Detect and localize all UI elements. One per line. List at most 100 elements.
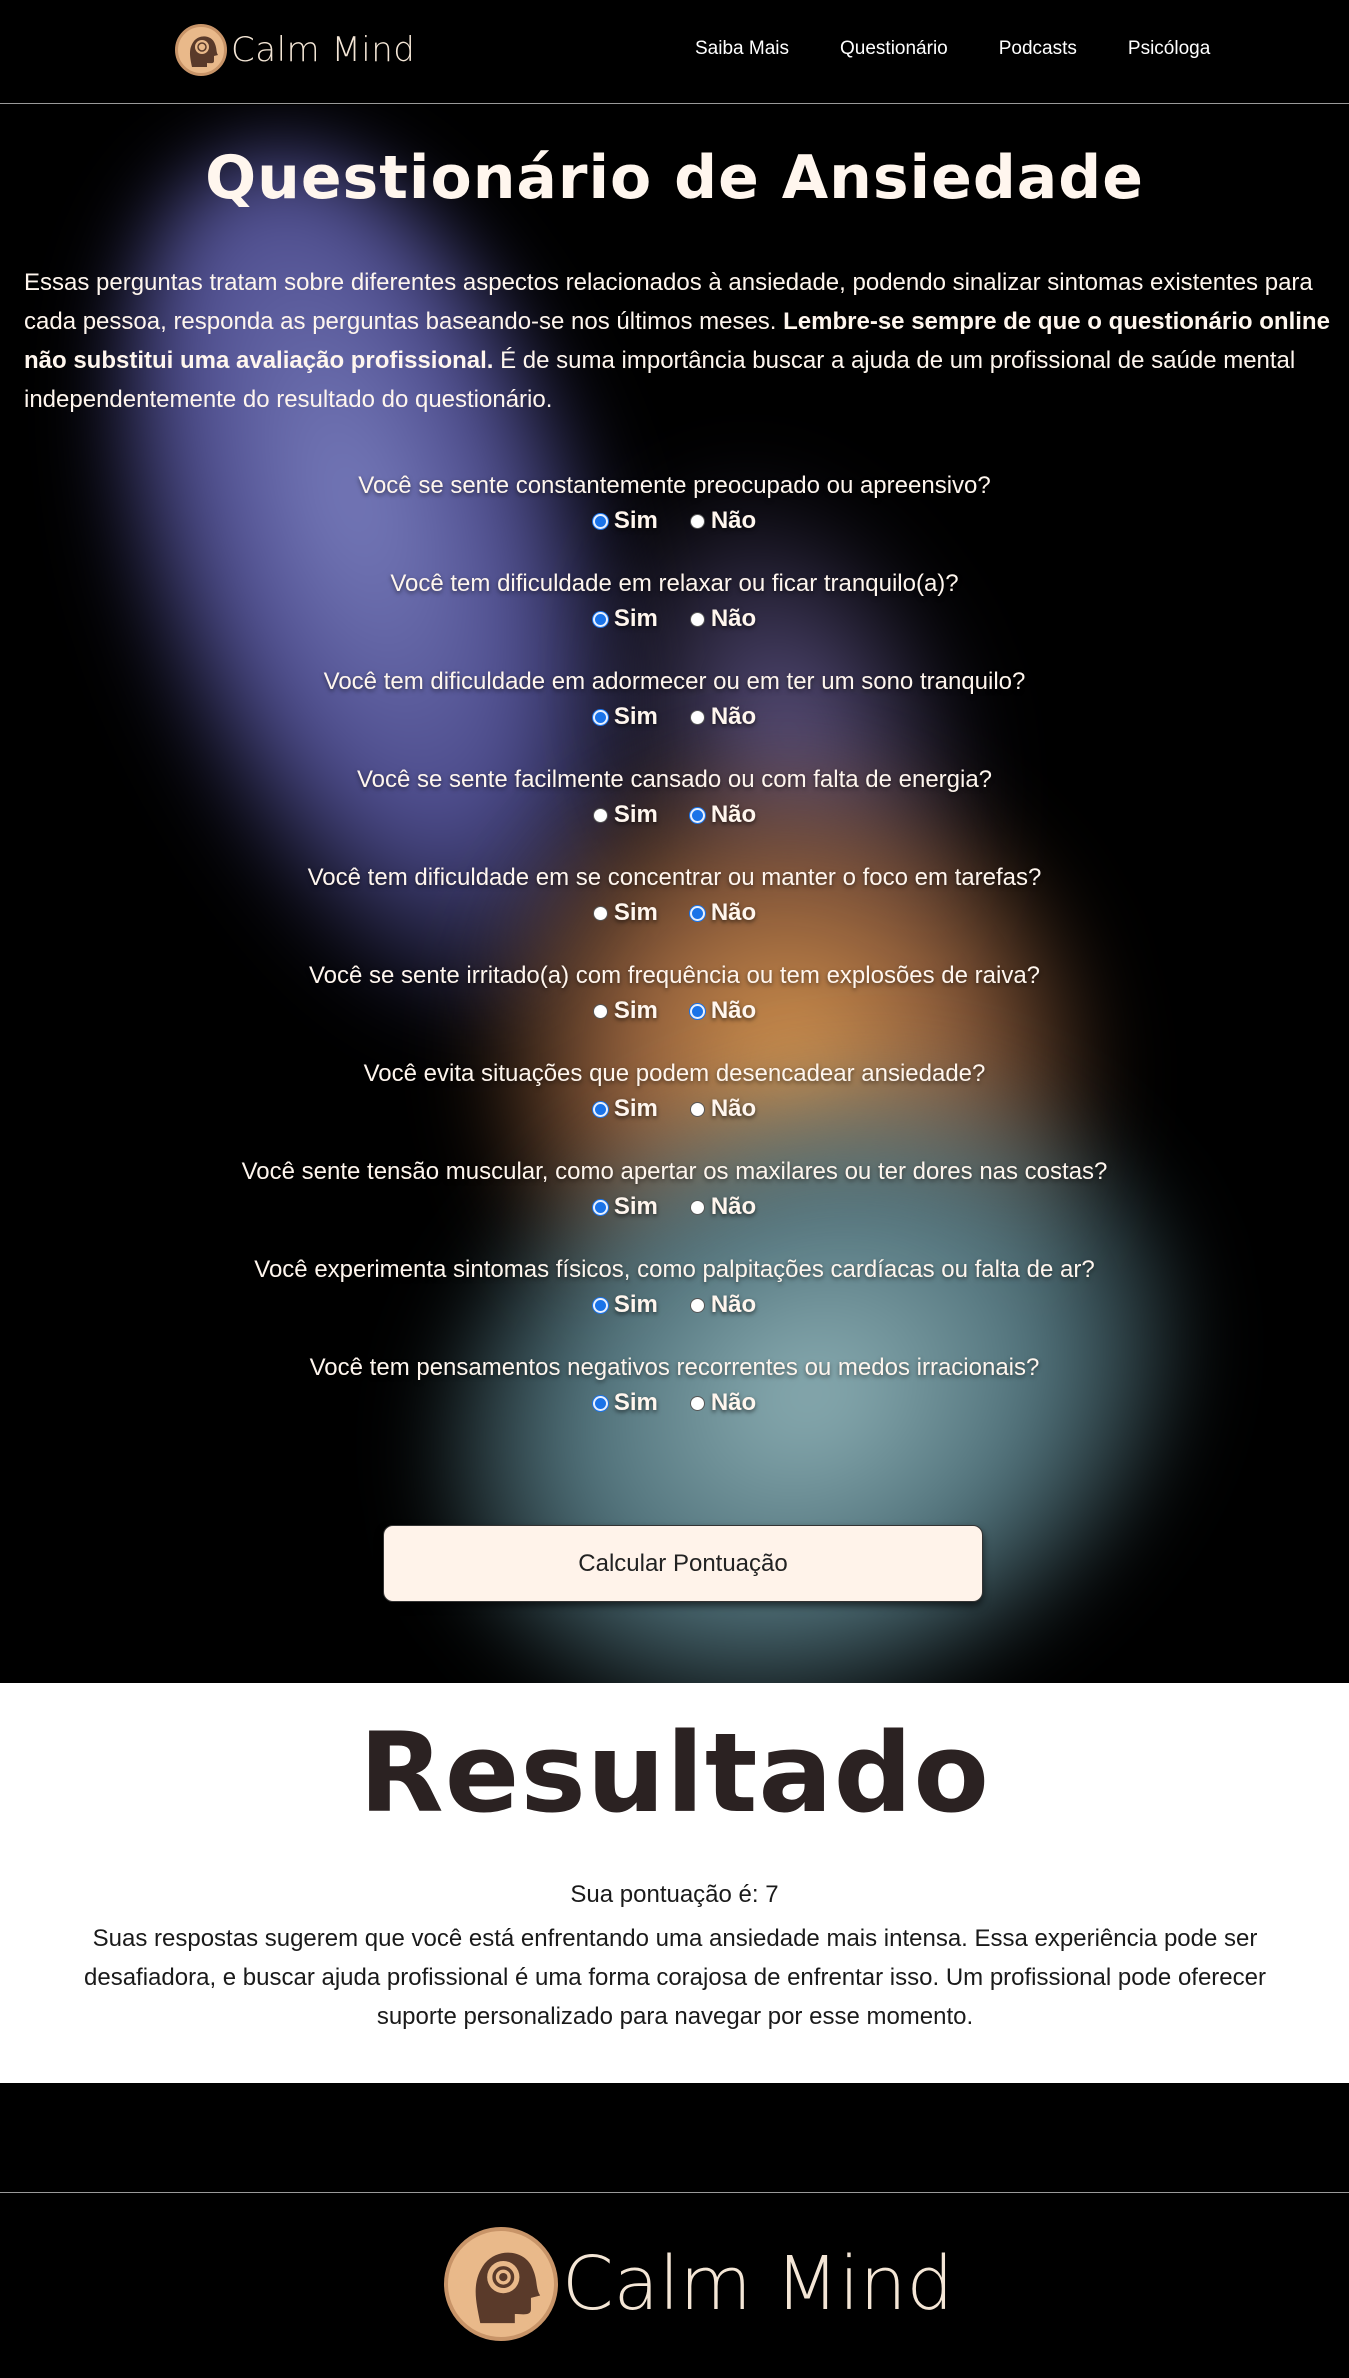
answer-option-yes[interactable]: Sim xyxy=(592,1291,658,1319)
radio-button[interactable] xyxy=(689,1101,705,1117)
radio-button[interactable] xyxy=(592,1297,608,1313)
option-label: Não xyxy=(710,899,757,926)
option-label: Não xyxy=(710,507,757,534)
answer-options: Sim Não xyxy=(0,997,1349,1025)
radio-button[interactable] xyxy=(592,1101,608,1117)
nav-links: Saiba Mais Questionário Podcasts Psicólo… xyxy=(695,38,1261,60)
nav-psicologa[interactable]: Psicóloga xyxy=(1128,38,1210,60)
answer-option-yes[interactable]: Sim xyxy=(592,997,658,1025)
radio-button[interactable] xyxy=(689,807,705,823)
radio-button[interactable] xyxy=(689,709,705,725)
option-label: Não xyxy=(710,801,757,828)
quiz-title: Questionário de Ansiedade xyxy=(205,143,1144,213)
question-item: Você tem pensamentos negativos recorrent… xyxy=(0,1353,1349,1417)
question-item: Você se sente constantemente preocupado … xyxy=(0,471,1349,535)
brain-head-logo-icon xyxy=(444,2227,558,2341)
answer-option-yes[interactable]: Sim xyxy=(592,801,658,829)
option-label: Não xyxy=(710,1095,757,1122)
question-item: Você sente tensão muscular, como apertar… xyxy=(0,1157,1349,1221)
result-description: Suas respostas sugerem que você está enf… xyxy=(84,1925,1266,2030)
footer-divider xyxy=(0,2192,1349,2193)
answer-option-yes[interactable]: Sim xyxy=(592,507,658,535)
answer-option-yes[interactable]: Sim xyxy=(592,1193,658,1221)
answer-option-no[interactable]: Não xyxy=(689,1095,757,1123)
radio-button[interactable] xyxy=(689,513,705,529)
question-item: Você tem dificuldade em se concentrar ou… xyxy=(0,863,1349,927)
question-item: Você evita situações que podem desencade… xyxy=(0,1059,1349,1123)
option-label: Não xyxy=(710,605,757,632)
result-section: Resultado Sua pontuação é: 7 Suas respos… xyxy=(0,1683,1349,2083)
answer-option-no[interactable]: Não xyxy=(689,507,757,535)
footer: Calm Mind xyxy=(0,2083,1349,2378)
nav-questionario[interactable]: Questionário xyxy=(840,38,948,60)
radio-button[interactable] xyxy=(592,807,608,823)
nav-podcasts[interactable]: Podcasts xyxy=(999,38,1077,60)
option-label: Sim xyxy=(613,1193,658,1220)
answer-option-yes[interactable]: Sim xyxy=(592,605,658,633)
option-label: Sim xyxy=(613,703,658,730)
radio-button[interactable] xyxy=(689,905,705,921)
radio-button[interactable] xyxy=(592,1003,608,1019)
nav-saiba-mais[interactable]: Saiba Mais xyxy=(695,38,789,60)
answer-option-no[interactable]: Não xyxy=(689,1291,757,1319)
answer-option-no[interactable]: Não xyxy=(689,997,756,1025)
answer-option-no[interactable]: Não xyxy=(689,605,757,633)
option-label: Sim xyxy=(613,801,658,828)
answer-options: Sim Não xyxy=(0,801,1349,829)
answer-options: Sim Não xyxy=(0,703,1349,731)
brain-head-logo-icon xyxy=(175,24,227,76)
answer-option-no[interactable]: Não xyxy=(689,801,757,829)
question-text: Você tem dificuldade em relaxar ou ficar… xyxy=(390,570,959,597)
radio-button[interactable] xyxy=(592,905,608,921)
radio-button[interactable] xyxy=(689,1199,705,1215)
radio-button[interactable] xyxy=(689,1297,705,1313)
option-label: Sim xyxy=(613,1095,658,1122)
score-text: Sua pontuação é: 7 xyxy=(570,1881,779,1908)
radio-button[interactable] xyxy=(592,709,608,725)
question-text: Você se sente facilmente cansado ou com … xyxy=(356,766,993,793)
answer-options: Sim Não xyxy=(0,899,1349,927)
brand-name: Calm Mind xyxy=(231,30,416,70)
option-label: Sim xyxy=(613,507,658,534)
quiz-section: Questionário de Ansiedade Essas pergunta… xyxy=(0,105,1349,1683)
radio-button[interactable] xyxy=(592,611,608,627)
answer-options: Sim Não xyxy=(0,507,1349,535)
question-item: Você experimenta sintomas físicos, como … xyxy=(0,1255,1349,1319)
answer-option-yes[interactable]: Sim xyxy=(592,703,658,731)
radio-button[interactable] xyxy=(592,513,608,529)
answer-options: Sim Não xyxy=(0,1291,1349,1319)
question-text: Você evita situações que podem desencade… xyxy=(363,1060,986,1087)
question-text: Você tem dificuldade em se concentrar ou… xyxy=(307,864,1042,891)
brand[interactable]: Calm Mind xyxy=(175,22,415,78)
option-label: Sim xyxy=(613,899,658,926)
radio-button[interactable] xyxy=(689,611,705,627)
answer-option-yes[interactable]: Sim xyxy=(592,899,658,927)
question-item: Você tem dificuldade em relaxar ou ficar… xyxy=(0,569,1349,633)
question-item: Você tem dificuldade em adormecer ou em … xyxy=(0,667,1349,731)
answer-options: Sim Não xyxy=(0,605,1349,633)
option-label: Sim xyxy=(613,605,658,632)
navbar: Calm Mind Saiba Mais Questionário Podcas… xyxy=(0,0,1349,104)
answer-option-yes[interactable]: Sim xyxy=(592,1389,658,1417)
answer-option-yes[interactable]: Sim xyxy=(592,1095,658,1123)
answer-option-no[interactable]: Não xyxy=(689,1193,756,1221)
quiz-intro: Essas perguntas tratam sobre diferentes … xyxy=(24,263,1344,419)
radio-button[interactable] xyxy=(592,1199,608,1215)
option-label: Não xyxy=(710,1291,757,1318)
answer-option-no[interactable]: Não xyxy=(689,899,757,927)
calculate-score-button[interactable]: Calcular Pontuação xyxy=(383,1525,983,1602)
footer-brand[interactable]: Calm Mind xyxy=(444,2227,953,2341)
radio-button[interactable] xyxy=(689,1395,705,1411)
option-label: Não xyxy=(710,1389,757,1416)
answer-option-no[interactable]: Não xyxy=(689,1389,757,1417)
radio-button[interactable] xyxy=(689,1003,705,1019)
option-label: Sim xyxy=(613,1291,658,1318)
question-text: Você se sente constantemente preocupado … xyxy=(358,472,991,499)
result-title: Resultado xyxy=(359,1709,990,1837)
radio-button[interactable] xyxy=(592,1395,608,1411)
answer-options: Sim Não xyxy=(0,1193,1349,1221)
option-label: Sim xyxy=(613,997,658,1024)
footer-brand-name: Calm Mind xyxy=(562,2241,954,2327)
option-label: Não xyxy=(710,703,757,730)
answer-option-no[interactable]: Não xyxy=(689,703,757,731)
